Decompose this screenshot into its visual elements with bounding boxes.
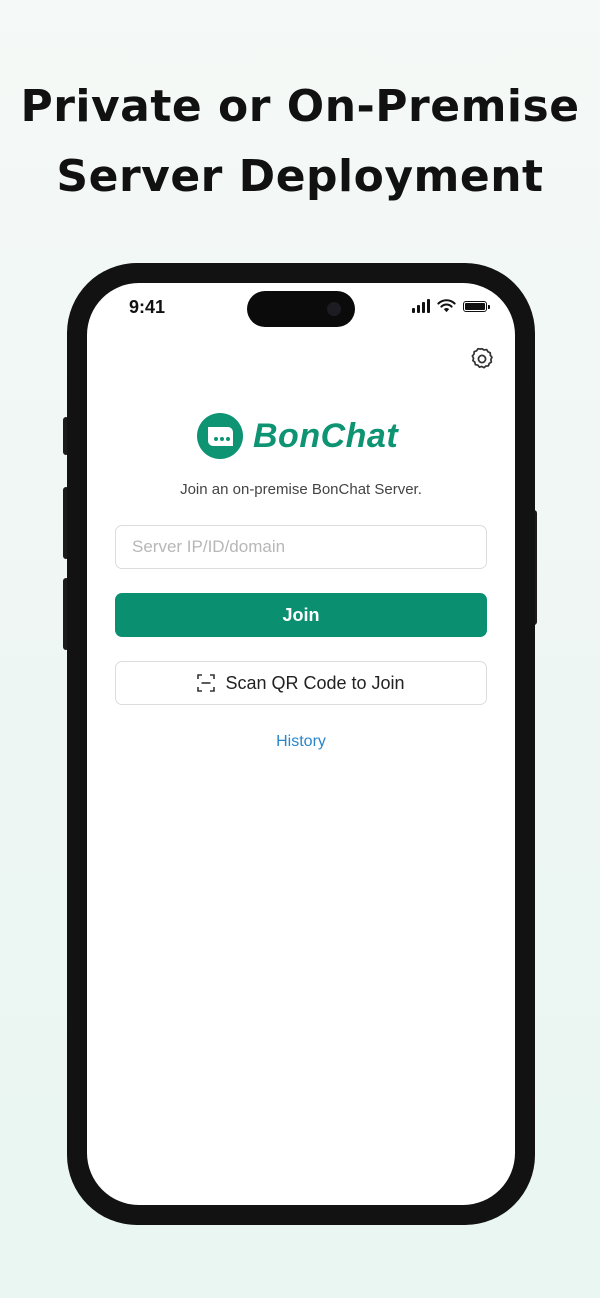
join-button-label: Join <box>282 604 320 625</box>
server-address-input[interactable] <box>115 525 487 569</box>
battery-icon <box>463 300 490 312</box>
phone-screen: 9:41 BonChat Join an on-premise BonChat … <box>87 283 515 1205</box>
app-logo: BonChat <box>197 413 398 459</box>
history-link[interactable]: History <box>87 733 515 751</box>
headline-line-2: Server Deployment <box>56 151 544 202</box>
cellular-signal-icon <box>412 299 430 313</box>
scan-qr-button[interactable]: Scan QR Code to Join <box>115 661 487 705</box>
join-button[interactable]: Join <box>115 593 487 637</box>
phone-frame: 9:41 BonChat Join an on-premise BonChat … <box>67 263 535 1225</box>
headline-line-1: Private or On-Premise <box>20 81 580 132</box>
chat-bubble-icon <box>197 413 243 459</box>
qr-scan-icon <box>197 674 216 692</box>
status-icons <box>412 299 490 313</box>
scan-qr-label: Scan QR Code to Join <box>225 672 405 693</box>
gear-icon[interactable] <box>469 346 495 372</box>
front-camera <box>327 302 341 316</box>
join-subtitle: Join an on-premise BonChat Server. <box>180 481 422 498</box>
promo-headline: Private or On-Premise Server Deployment <box>0 72 600 212</box>
status-time: 9:41 <box>129 297 166 317</box>
dynamic-island <box>247 291 355 327</box>
wifi-icon <box>437 299 456 313</box>
logo-wordmark: BonChat <box>253 416 399 455</box>
